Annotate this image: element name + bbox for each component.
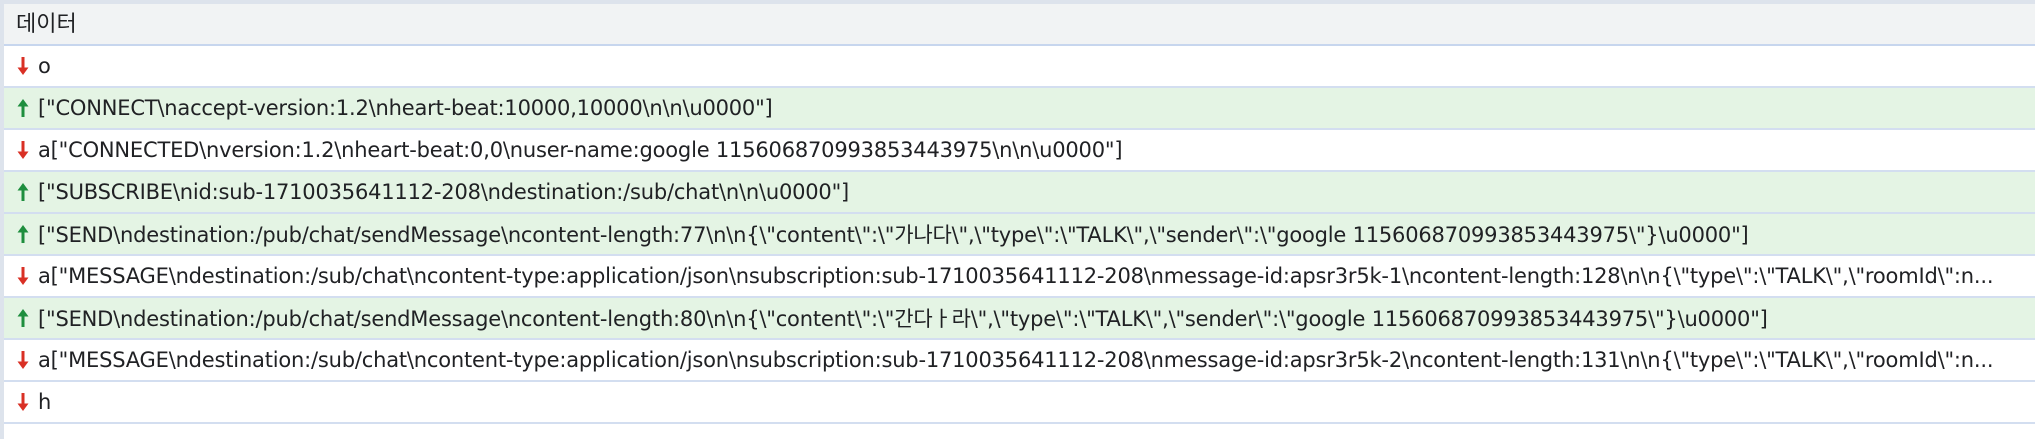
arrow-up-icon [16, 225, 30, 243]
message-text: a["CONNECTED\nversion:1.2\nheart-beat:0,… [38, 138, 1123, 162]
arrow-up-icon [16, 99, 30, 117]
arrow-down-icon [16, 267, 30, 285]
message-text: a["MESSAGE\ndestination:/sub/chat\nconte… [38, 348, 1994, 372]
message-text: ["SUBSCRIBE\nid:sub-1710035641112-208\nd… [38, 180, 850, 204]
received-message-row[interactable]: a["CONNECTED\nversion:1.2\nheart-beat:0,… [4, 130, 2035, 172]
sent-message-row[interactable]: ["SUBSCRIBE\nid:sub-1710035641112-208\nd… [4, 172, 2035, 214]
message-text: h [38, 390, 52, 414]
message-text: ["SEND\ndestination:/pub/chat/sendMessag… [38, 223, 1749, 247]
received-message-row[interactable]: h [4, 382, 2035, 424]
arrow-down-icon [16, 351, 30, 369]
message-text: ["SEND\ndestination:/pub/chat/sendMessag… [38, 307, 1768, 331]
arrow-down-icon [16, 57, 30, 75]
sent-message-row[interactable]: ["CONNECT\naccept-version:1.2\nheart-bea… [4, 88, 2035, 130]
message-text: o [38, 54, 51, 78]
sent-message-row[interactable]: ["SEND\ndestination:/pub/chat/sendMessag… [4, 298, 2035, 340]
message-list: o ["CONNECT\naccept-version:1.2\nheart-be… [4, 46, 2035, 424]
sent-message-row[interactable]: ["SEND\ndestination:/pub/chat/sendMessag… [4, 214, 2035, 256]
arrow-up-icon [16, 309, 30, 327]
message-text: a["MESSAGE\ndestination:/sub/chat\nconte… [38, 264, 1994, 288]
arrow-up-icon [16, 183, 30, 201]
websocket-messages-panel: 데이터 o ["CONNECT\naccept-version:1.2\nhear… [0, 0, 2035, 439]
received-message-row[interactable]: a["MESSAGE\ndestination:/sub/chat\nconte… [4, 340, 2035, 382]
arrow-down-icon [16, 141, 30, 159]
received-message-row[interactable]: a["MESSAGE\ndestination:/sub/chat\nconte… [4, 256, 2035, 298]
received-message-row[interactable]: o [4, 46, 2035, 88]
column-header-data[interactable]: 데이터 [4, 4, 2035, 46]
message-text: ["CONNECT\naccept-version:1.2\nheart-bea… [38, 96, 773, 120]
arrow-down-icon [16, 393, 30, 411]
